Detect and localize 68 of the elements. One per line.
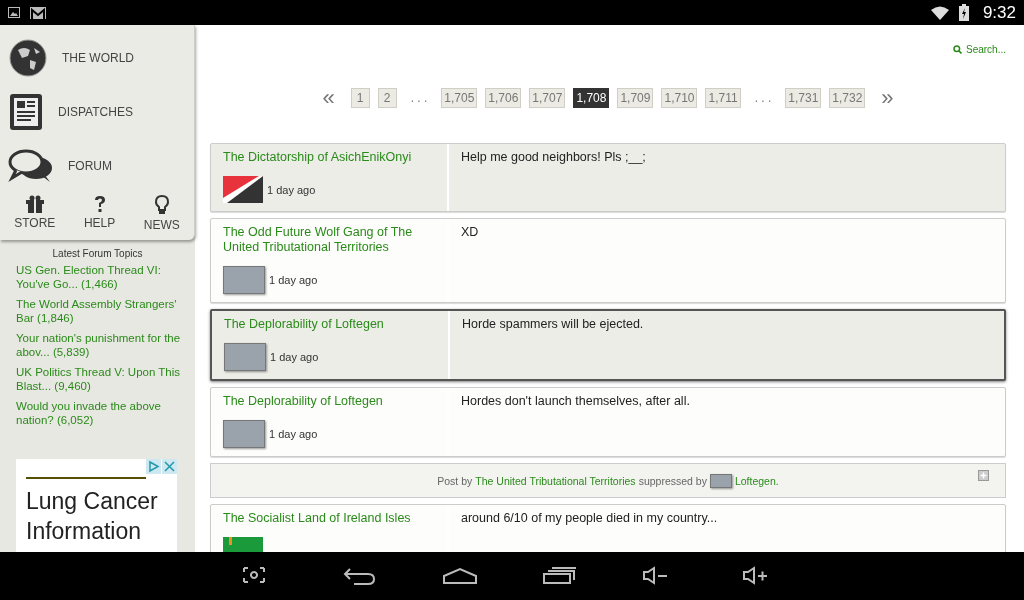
author-link[interactable]: The Deplorability of Loftegen xyxy=(224,317,436,332)
next-page-link[interactable]: » xyxy=(873,85,902,111)
post-time: 1 day ago xyxy=(270,351,319,363)
forum-topic-link[interactable]: Would you invade the above nation? (6,052) xyxy=(0,399,195,427)
notice-text: suppressed by xyxy=(638,474,707,487)
expand-icon[interactable] xyxy=(978,470,989,481)
notice-text: Post by xyxy=(437,474,473,487)
close-icon[interactable] xyxy=(162,459,177,474)
moderator-link[interactable]: Loftegen. xyxy=(734,474,779,487)
ellipsis: . . . xyxy=(753,91,773,105)
photo-placeholder xyxy=(709,473,732,488)
page-link[interactable]: 1,731 xyxy=(785,88,822,108)
wifi-icon xyxy=(930,5,949,20)
post-message: Help me good neighbors! Pls ;__; xyxy=(461,150,646,164)
gift-icon xyxy=(24,195,45,213)
nav-link[interactable]: NEWS xyxy=(143,195,180,232)
search-icon xyxy=(952,45,962,54)
photo-placeholder xyxy=(223,420,265,448)
page-link[interactable]: 1,732 xyxy=(829,88,866,108)
author-link[interactable]: The United Tributational Territories xyxy=(475,474,636,487)
post-message: around 6/10 of my people died in my country... xyxy=(461,511,718,525)
newspaper-icon xyxy=(8,92,44,132)
post-message: XD xyxy=(461,225,479,239)
ellipsis: . . . xyxy=(409,91,429,105)
previous-page-link[interactable]: « xyxy=(314,85,343,111)
post-time: 1 day ago xyxy=(269,274,318,286)
post-time: 1 day ago xyxy=(269,428,318,440)
nav-link[interactable]: THE WORLD xyxy=(0,31,194,85)
author-link[interactable]: The Dictatorship of AsichEnikOnyi xyxy=(223,150,435,165)
question-mark-icon xyxy=(92,195,107,213)
page-link[interactable]: 1,710 xyxy=(661,88,698,108)
speech-bubbles-icon xyxy=(8,148,54,184)
nav-link[interactable]: HELP xyxy=(83,195,116,232)
forum-topic-link[interactable]: Your nation's punishment for the abov... (5,839) xyxy=(0,331,195,359)
page-link[interactable]: 2 xyxy=(377,88,397,108)
nav-link[interactable]: DISPATCHES xyxy=(0,85,194,139)
author-link[interactable]: The Socialist Land of Ireland Isles xyxy=(223,511,435,526)
page-link[interactable]: 1,707 xyxy=(529,88,566,108)
flag-icon xyxy=(223,176,263,203)
page-link[interactable]: 1,709 xyxy=(617,88,654,108)
page-link[interactable]: 1,706 xyxy=(485,88,522,108)
author-link[interactable]: The Odd Future Wolf Gang of The United Tributational Territories xyxy=(223,225,435,255)
post-message: Hordes don't launch themselves, after all. xyxy=(461,394,690,408)
post-message: Horde spammers will be ejected. xyxy=(462,317,644,331)
battery-charging-icon xyxy=(958,4,969,21)
section-heading: Latest Forum Topics xyxy=(51,248,144,259)
lightbulb-icon xyxy=(154,195,169,215)
nav-link[interactable]: STORE xyxy=(14,195,56,232)
page-link[interactable]: 1,705 xyxy=(441,88,478,108)
advertisement[interactable]: Lung Cancer Information xyxy=(16,459,177,552)
mail-icon xyxy=(30,6,46,19)
image-icon xyxy=(8,7,20,18)
play-icon[interactable] xyxy=(146,459,161,474)
nav-link[interactable]: FORUM xyxy=(0,139,194,193)
photo-placeholder xyxy=(223,266,265,294)
author-link[interactable]: The Deplorability of Loftegen xyxy=(223,394,435,409)
clock-time: 9:32 xyxy=(982,2,1016,23)
page-link[interactable]: 1 xyxy=(350,88,370,108)
globe-icon xyxy=(8,38,48,78)
ad-headline: Lung Cancer Information xyxy=(26,487,159,546)
page-link[interactable]: 1,708 xyxy=(573,88,610,108)
page-link[interactable]: 1,711 xyxy=(705,88,741,108)
forum-topic-link[interactable]: The World Assembly Strangers' Bar (1,846) xyxy=(0,297,195,325)
forum-topic-link[interactable]: US Gen. Election Thread VI: You've Go... (1,466) xyxy=(0,263,195,291)
photo-placeholder xyxy=(224,343,266,371)
post-time: 1 day ago xyxy=(267,183,316,196)
search-link[interactable]: Search... xyxy=(952,44,1006,55)
forum-topic-link[interactable]: UK Politics Thread V: Upon This Blast... (9,460) xyxy=(0,365,195,393)
